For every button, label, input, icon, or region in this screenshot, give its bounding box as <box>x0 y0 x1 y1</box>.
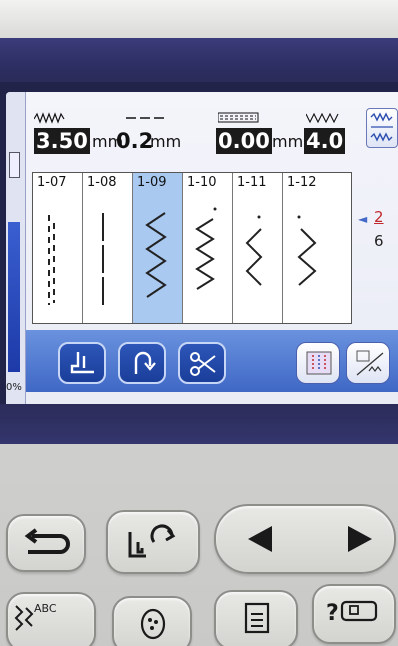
svg-text:?: ? <box>326 601 339 626</box>
stitch-settings-button[interactable] <box>366 108 398 148</box>
stitch-preview-button[interactable] <box>296 342 340 384</box>
stitch-cell[interactable]: 1-10 <box>183 173 233 323</box>
stitch-settings-icon <box>370 112 393 142</box>
lcd-screen: 0% 3.50 mm 0.2 mm 0.00 mm 4.0 1-07 1-08 … <box>6 92 398 406</box>
presser-foot-needle-icon <box>128 524 176 558</box>
needle-position-button[interactable] <box>106 510 200 574</box>
stitch-code: 1-07 <box>37 175 67 190</box>
stitch-length-value: 0.2 <box>116 129 154 153</box>
stitch-code: 1-11 <box>237 175 267 190</box>
side-progress-bar <box>8 222 20 372</box>
memory-button[interactable] <box>214 590 298 646</box>
stitch-cell[interactable]: 1-12 <box>283 173 333 323</box>
zigzag-stitch-icon <box>195 207 217 290</box>
embroidery-button[interactable] <box>112 596 192 646</box>
stitch-selection-grid: 1-07 1-08 1-09 1-10 1-11 1-12 <box>32 172 352 324</box>
back-icon <box>24 528 70 554</box>
stitch-code: 1-09 <box>137 175 167 190</box>
zigzag-stitch-icon <box>145 212 167 298</box>
stitch-code: 1-08 <box>87 175 117 190</box>
navigation-rocker[interactable] <box>214 504 396 574</box>
stitch-cell[interactable]: 1-08 <box>83 173 133 323</box>
stitch-length-unit: mm <box>150 132 182 151</box>
left-arrow-icon[interactable] <box>246 524 276 554</box>
character-stitch-icon <box>14 605 34 631</box>
zigzag-stitch-icon <box>297 215 317 286</box>
stitch-width-icon <box>34 112 65 124</box>
pattern-edit-icon <box>356 350 384 376</box>
help-button[interactable]: ? <box>312 584 396 644</box>
straight-stitch-icon <box>102 213 104 305</box>
side-percent-label: 0% <box>6 382 22 393</box>
memory-icon <box>244 602 270 634</box>
density-value: 4.0 <box>304 128 346 154</box>
screen-bezel-bottom <box>0 404 398 444</box>
left-side-panel: 0% <box>6 92 26 406</box>
zigzag-stitch-icon <box>245 215 263 286</box>
sewing-machine-panel: 0% 3.50 mm 0.2 mm 0.00 mm 4.0 1-07 1-08 … <box>0 0 398 646</box>
stitch-cell[interactable]: 1-11 <box>233 173 283 323</box>
thread-tension-unit: mm <box>272 132 304 151</box>
reverse-stitch-button[interactable] <box>118 342 166 384</box>
presser-foot-icon <box>70 352 94 374</box>
density-icon <box>306 112 339 124</box>
machine-top-bevel <box>0 0 398 38</box>
triple-straight-stitch-icon <box>48 215 55 305</box>
page-current: 2 <box>374 208 384 226</box>
stitch-code: 1-12 <box>287 175 317 190</box>
right-arrow-icon[interactable] <box>344 524 374 554</box>
side-slot <box>9 152 20 178</box>
stitch-length-param[interactable]: 0.2 mm <box>116 112 196 158</box>
density-param[interactable]: 4.0 <box>304 112 354 158</box>
stitch-length-icon <box>126 117 164 119</box>
stitch-preview-icon <box>306 351 332 375</box>
thread-cutter-button[interactable] <box>178 342 226 384</box>
stitch-cell[interactable]: 1-07 <box>33 173 83 323</box>
help-icon: ? <box>326 600 378 626</box>
presser-foot-button[interactable] <box>58 342 106 384</box>
reverse-stitch-icon <box>134 351 156 374</box>
back-button[interactable] <box>6 514 86 572</box>
thread-tension-icon <box>218 112 259 123</box>
page-total: 6 <box>374 232 384 250</box>
page-indicator[interactable]: ◄ 2 6 <box>358 202 398 262</box>
screen-toolbar <box>26 330 398 392</box>
pattern-edit-button[interactable] <box>346 342 390 384</box>
page-left-arrow-icon[interactable]: ◄ <box>358 212 367 226</box>
stitch-cell-selected[interactable]: 1-09 <box>133 173 183 323</box>
embroidery-icon <box>140 608 166 640</box>
scissors-icon <box>190 352 216 376</box>
stitch-width-value: 3.50 <box>34 128 90 154</box>
character-button-label: ABC <box>34 602 57 615</box>
thread-tension-param[interactable]: 0.00 mm <box>216 112 316 158</box>
thread-tension-value: 0.00 <box>216 128 272 154</box>
character-stitch-button[interactable]: ABC <box>6 592 96 646</box>
stitch-code: 1-10 <box>187 175 217 190</box>
